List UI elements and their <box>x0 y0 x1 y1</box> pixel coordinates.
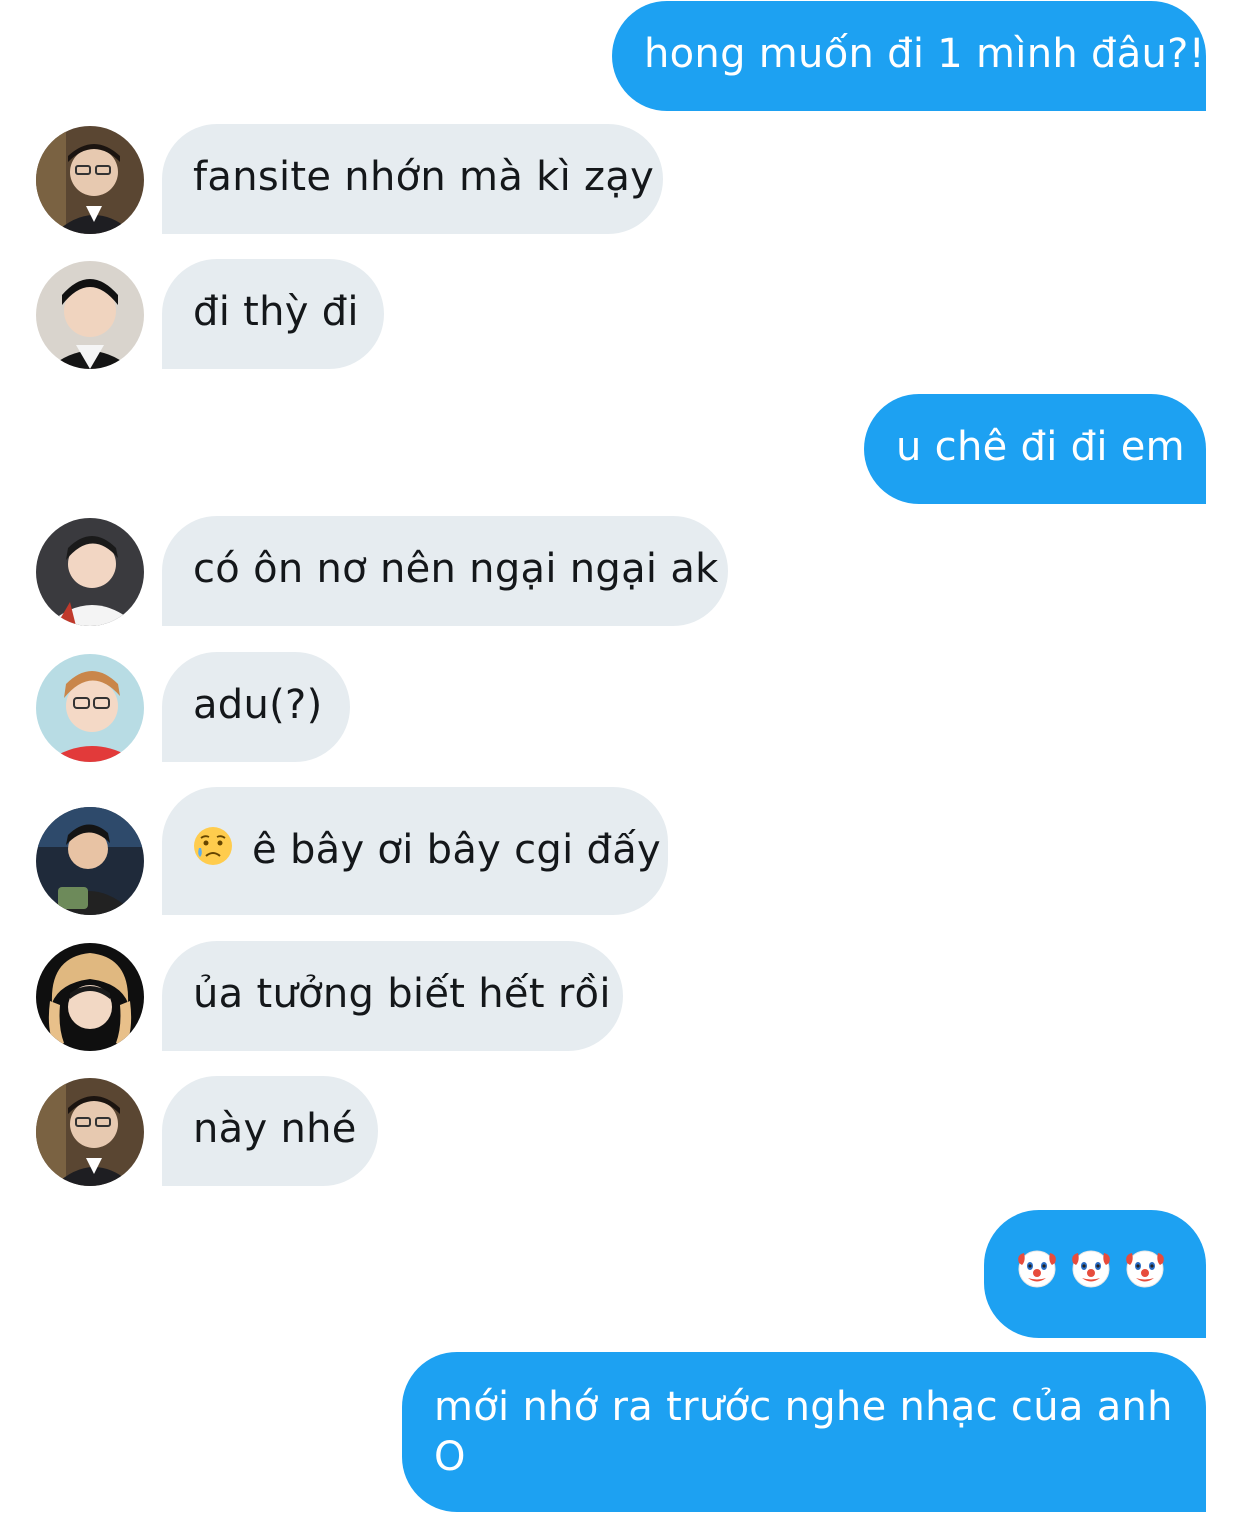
avatar[interactable] <box>36 126 144 234</box>
message-bubble-incoming[interactable]: adu(?) <box>162 652 350 762</box>
message-bubble-incoming[interactable]: ủa tưởng biết hết rồi <box>162 941 623 1051</box>
message-text: ủa tưởng biết hết rồi <box>193 971 611 1017</box>
avatar[interactable] <box>36 518 144 626</box>
message-text: có ôn nơ nên ngại ngại ak <box>193 546 719 592</box>
avatar[interactable] <box>36 654 144 762</box>
message-bubble-incoming[interactable]: này nhé <box>162 1076 378 1186</box>
message-text: ê bây ơi bây cgi đấy <box>252 827 662 873</box>
message-bubble-incoming[interactable]: ê bây ơi bây cgi đấy <box>162 787 668 915</box>
avatar[interactable] <box>36 807 144 915</box>
message-bubble-outgoing[interactable]: u chê đi đi em <box>864 394 1206 504</box>
message-text: fansite nhớn mà kì zạy <box>193 154 655 200</box>
message-text: đi thỳ đi <box>193 289 359 335</box>
avatar[interactable] <box>36 261 144 369</box>
clown-face-emoji <box>1016 1247 1058 1301</box>
message-bubble-incoming[interactable]: có ôn nơ nên ngại ngại ak <box>162 516 728 626</box>
message-bubble-outgoing[interactable]: hong muốn đi 1 mình đâu?! <box>612 1 1206 111</box>
message-bubble-incoming[interactable]: đi thỳ đi <box>162 259 384 369</box>
clown-face-emoji <box>1070 1247 1112 1301</box>
message-text: này nhé <box>193 1106 357 1152</box>
avatar[interactable] <box>36 1078 144 1186</box>
message-text: mới nhớ ra trước nghe nhạc của anh O <box>434 1384 1173 1480</box>
message-text: hong muốn đi 1 mình đâu?! <box>644 31 1206 77</box>
message-bubble-incoming[interactable]: fansite nhớn mà kì zạy <box>162 124 663 234</box>
message-text: adu(?) <box>193 682 323 728</box>
avatar[interactable] <box>36 943 144 1051</box>
message-bubble-outgoing[interactable]: mới nhớ ra trước nghe nhạc của anh O <box>402 1352 1206 1512</box>
clown-face-emoji <box>1124 1247 1166 1301</box>
message-bubble-outgoing[interactable] <box>984 1210 1206 1338</box>
message-text: u chê đi đi em <box>896 424 1185 470</box>
sad-relieved-face-emoji <box>193 826 233 878</box>
